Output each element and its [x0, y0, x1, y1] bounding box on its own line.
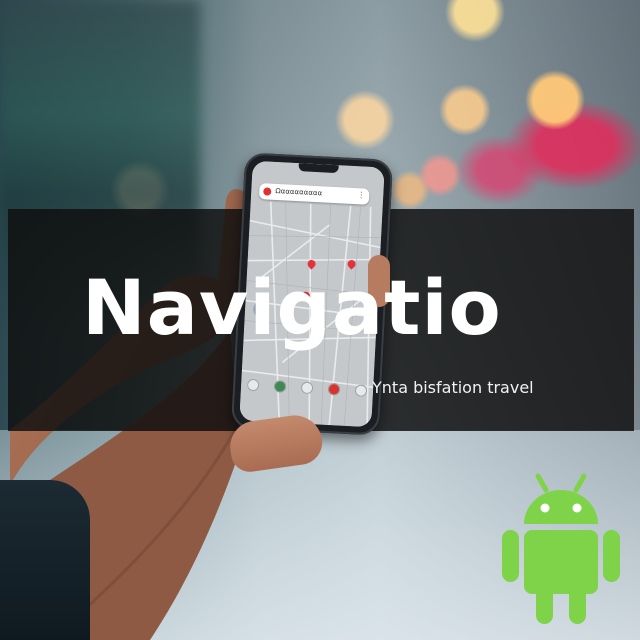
- more-options-icon[interactable]: ⋮: [357, 190, 365, 199]
- banner-subtitle: Ynta bisfation travel: [372, 378, 534, 397]
- banner-title: Navigatio: [82, 263, 502, 352]
- map-action-button[interactable]: [246, 378, 260, 392]
- jacket-sleeve: [0, 480, 90, 640]
- map-action-button[interactable]: [300, 381, 314, 395]
- map-action-button[interactable]: [273, 380, 287, 393]
- map-action-button[interactable]: [327, 382, 341, 396]
- map-action-button[interactable]: [354, 384, 368, 398]
- maps-logo-icon: [263, 187, 272, 196]
- android-robot-icon: [502, 473, 620, 624]
- map-search-text: Ωααααααααα: [275, 186, 323, 198]
